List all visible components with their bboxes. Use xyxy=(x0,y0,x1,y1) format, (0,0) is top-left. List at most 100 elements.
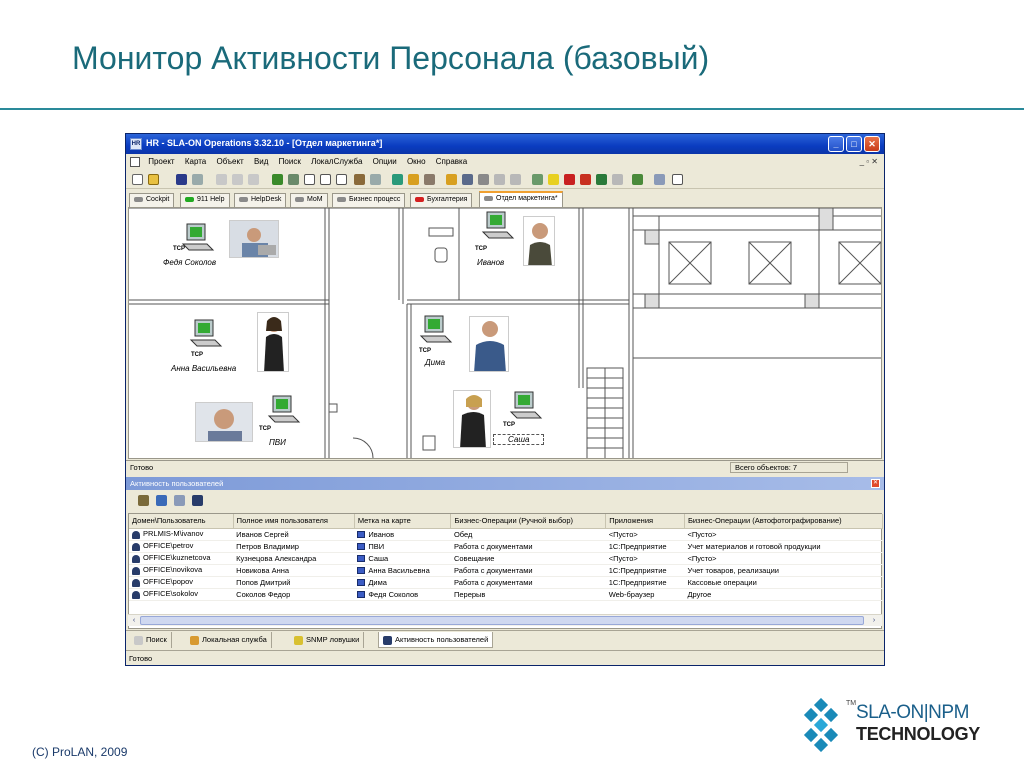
scroll-right-icon[interactable]: › xyxy=(869,616,879,625)
activity-panel-toolbar xyxy=(126,491,884,511)
table-row[interactable]: OFFICE\sokolov Соколов Федор Федя Соколо… xyxy=(129,588,883,601)
up-arrow-icon[interactable] xyxy=(288,174,299,185)
column-header[interactable]: Бизнес-Операции (Автофотографирование) xyxy=(684,514,884,529)
window-icon[interactable] xyxy=(510,174,521,185)
key-icon[interactable] xyxy=(138,495,149,506)
check-icon[interactable] xyxy=(632,174,643,185)
map-label-anna[interactable]: Анна Васильевна xyxy=(171,364,236,373)
main-status-bar: Готово xyxy=(126,650,884,665)
monitor-icon[interactable] xyxy=(370,174,381,185)
close-button[interactable]: ✕ xyxy=(864,136,880,152)
map-label-pvi[interactable]: ПВИ xyxy=(269,438,286,447)
link-icon[interactable] xyxy=(424,174,435,185)
table-row[interactable]: OFFICE\petrov Петров Владимир ПВИ Работа… xyxy=(129,540,883,553)
minimize-button[interactable]: _ xyxy=(828,136,844,152)
tab-911-help[interactable]: 911 Help xyxy=(180,193,230,207)
home-icon[interactable] xyxy=(580,174,591,185)
cut-icon[interactable] xyxy=(216,174,227,185)
tab-accounting[interactable]: Бухгалтерия xyxy=(410,193,473,207)
menu-map[interactable]: Карта xyxy=(181,155,210,168)
hr-app-icon: HR xyxy=(130,138,142,150)
tab-snmp-traps[interactable]: SNMP ловушки xyxy=(290,632,365,648)
tab-marketing[interactable]: Отдел маркетинга* xyxy=(479,191,563,207)
user-icon xyxy=(132,554,140,563)
column-header[interactable]: Бизнес-Операции (Ручной выбор) xyxy=(450,514,607,529)
horizontal-scrollbar[interactable]: ‹ › xyxy=(128,614,882,626)
floor-plan-map[interactable]: TCP Федя Соколов TCP Иванов TCP Анна Вас… xyxy=(128,207,882,459)
save-icon[interactable] xyxy=(176,174,187,185)
grid-icon[interactable] xyxy=(494,174,505,185)
menu-window[interactable]: Окно xyxy=(403,155,430,168)
map-label-sokolov[interactable]: Федя Соколов xyxy=(163,258,216,267)
table-cell: PRLMIS-M\ivanov xyxy=(129,528,234,541)
table-icon[interactable] xyxy=(612,174,623,185)
map-label-sasha[interactable]: Саша xyxy=(493,434,545,445)
menu-help[interactable]: Справка xyxy=(432,155,471,168)
menu-options[interactable]: Опции xyxy=(369,155,401,168)
map-icon[interactable] xyxy=(392,174,403,185)
list-icon[interactable] xyxy=(532,174,543,185)
trademark-mark: TM xyxy=(846,700,857,707)
page-icon[interactable] xyxy=(304,174,315,185)
lightbulb-icon[interactable] xyxy=(548,174,559,185)
help-icon[interactable] xyxy=(672,174,683,185)
paste-icon[interactable] xyxy=(248,174,259,185)
pencil-icon[interactable] xyxy=(446,174,457,185)
tab-local-service[interactable]: Локальная служба xyxy=(186,632,272,648)
scroll-left-icon[interactable]: ‹ xyxy=(129,616,139,625)
user-icon[interactable] xyxy=(192,495,203,506)
screen-icon[interactable] xyxy=(596,174,607,185)
tab-mom[interactable]: MoM xyxy=(290,193,328,207)
tab-search[interactable]: Поиск xyxy=(130,632,172,648)
column-header[interactable]: Домен\Пользователь xyxy=(129,514,234,529)
cell-text: PRLMIS-M\ivanov xyxy=(143,529,204,539)
table-row[interactable]: OFFICE\popov Попов Дмитрий Дима Работа с… xyxy=(129,576,883,589)
workstation-icon[interactable] xyxy=(479,210,519,244)
menu-local-service[interactable]: ЛокалСлужба xyxy=(307,155,366,168)
window-titlebar[interactable]: HR HR - SLA-ON Operations 3.32.10 - [Отд… xyxy=(126,134,884,154)
chart-icon[interactable] xyxy=(156,495,167,506)
mdi-window-controls[interactable]: _ ▫ ✕ xyxy=(860,157,878,166)
new-icon[interactable] xyxy=(132,174,143,185)
workstation-icon[interactable] xyxy=(265,394,305,428)
open-folder-icon[interactable] xyxy=(148,174,159,185)
close-icon[interactable]: ✕ xyxy=(871,479,880,488)
workstation-icon[interactable] xyxy=(417,314,457,348)
workstation-icon[interactable] xyxy=(187,318,227,352)
copy-icon[interactable] xyxy=(232,174,243,185)
tab-cockpit[interactable]: Cockpit xyxy=(129,193,175,207)
column-header[interactable]: Полное имя пользователя xyxy=(233,514,355,529)
export-icon[interactable] xyxy=(336,174,347,185)
tab-business-process[interactable]: Бизнес процесс xyxy=(332,193,406,207)
network-icon[interactable] xyxy=(462,174,473,185)
table-cell: OFFICE\petrov xyxy=(129,540,234,553)
scrollbar-thumb[interactable] xyxy=(140,616,864,625)
workstation-icon[interactable] xyxy=(179,222,219,256)
menu-view[interactable]: Вид xyxy=(250,155,272,168)
map-label-ivanov[interactable]: Иванов xyxy=(477,258,504,267)
table-row[interactable]: OFFICE\novikova Новикова Анна Анна Васил… xyxy=(129,564,883,577)
back-arrow-icon[interactable] xyxy=(272,174,283,185)
column-header[interactable]: Метка на карте xyxy=(354,514,452,529)
print-icon[interactable] xyxy=(320,174,331,185)
document-icon[interactable] xyxy=(130,157,140,167)
map-label-dima[interactable]: Дима xyxy=(425,358,445,367)
tab-user-activity[interactable]: Активность пользователей xyxy=(378,632,494,648)
maximize-button[interactable]: □ xyxy=(846,136,862,152)
menu-search[interactable]: Поиск xyxy=(275,155,305,168)
properties-icon[interactable] xyxy=(192,174,203,185)
table-row[interactable]: OFFICE\kuznetcova Кузнецова Александра С… xyxy=(129,552,883,565)
menu-project[interactable]: Проект xyxy=(144,155,178,168)
export-icon[interactable] xyxy=(174,495,185,506)
lightning-icon[interactable] xyxy=(408,174,419,185)
tools-icon[interactable] xyxy=(354,174,365,185)
key-icon[interactable] xyxy=(478,174,489,185)
tab-helpdesk[interactable]: HelpDesk xyxy=(234,193,287,207)
status-led-icon xyxy=(337,196,346,202)
workstation-icon[interactable] xyxy=(507,390,547,424)
table-row[interactable]: PRLMIS-M\ivanov Иванов Сергей Иванов Обе… xyxy=(129,528,883,541)
settings-icon[interactable] xyxy=(654,174,665,185)
column-header[interactable]: Приложения xyxy=(605,514,685,529)
menu-object[interactable]: Объект xyxy=(212,155,247,168)
percent-icon[interactable] xyxy=(564,174,575,185)
